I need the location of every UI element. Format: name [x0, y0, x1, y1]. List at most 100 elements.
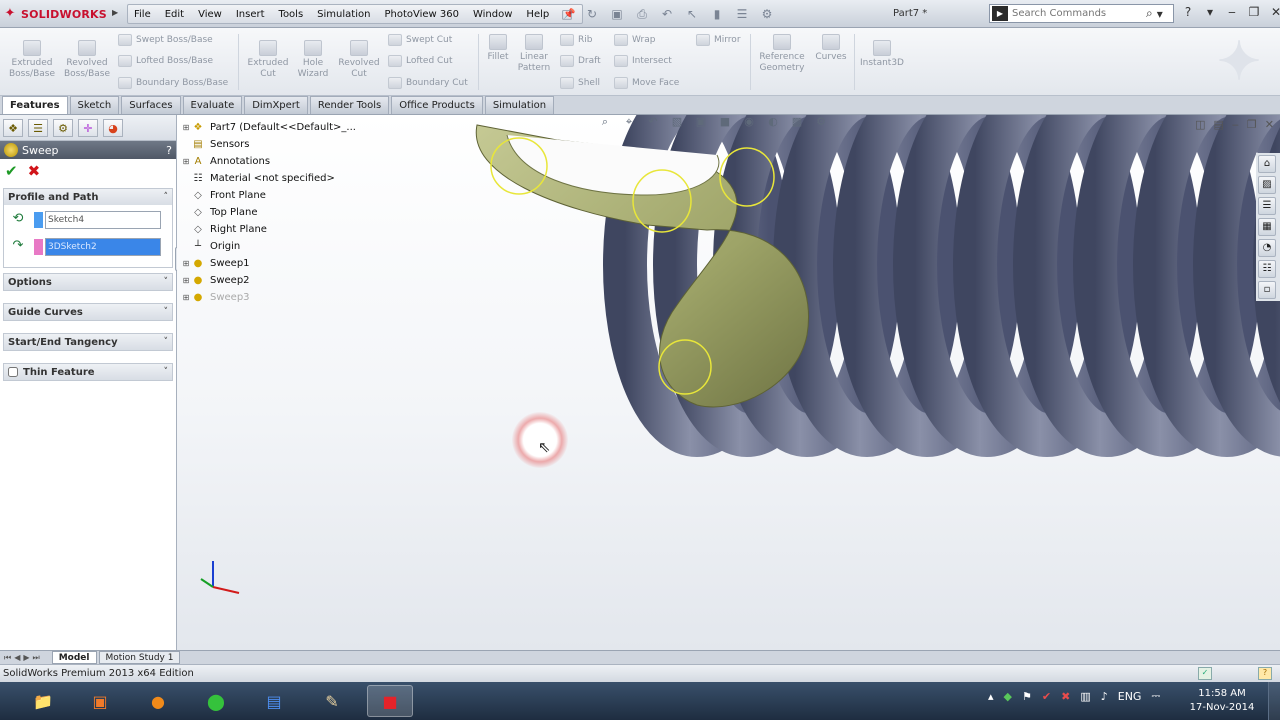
- taskbar-clock[interactable]: 11:58 AM 17-Nov-2014: [1186, 687, 1258, 715]
- show-desktop-button[interactable]: [1268, 682, 1280, 720]
- tree-item[interactable]: ◇ Front Plane: [181, 187, 356, 204]
- wrap-button[interactable]: Wrap: [614, 34, 655, 46]
- minimize-window-icon[interactable]: ‒: [1224, 5, 1240, 19]
- file-explorer-icon[interactable]: ☰: [1258, 197, 1276, 215]
- power-icon[interactable]: ⎓: [1151, 689, 1160, 703]
- tab-render-tools[interactable]: Render Tools: [309, 96, 390, 114]
- menu-tools[interactable]: Tools: [279, 9, 304, 20]
- help-icon[interactable]: ?: [166, 144, 172, 157]
- apply-scene-icon[interactable]: ▩: [789, 115, 805, 131]
- word-app-icon[interactable]: ▤: [251, 685, 297, 717]
- expand-icon[interactable]: ˅: [164, 367, 169, 377]
- dimxpert-manager-tab-icon[interactable]: ✛: [78, 119, 98, 137]
- expand-icon[interactable]: ⊞: [181, 276, 191, 285]
- show-hidden-icons-icon[interactable]: ▴: [988, 690, 994, 703]
- search-dropdown-icon[interactable]: ▾: [1157, 7, 1163, 21]
- print-icon[interactable]: ⎙: [633, 6, 651, 22]
- swept-cut-button[interactable]: Swept Cut: [388, 34, 452, 46]
- viewport-minimize-icon[interactable]: ‒: [1232, 118, 1239, 131]
- shell-button[interactable]: Shell: [560, 77, 600, 89]
- view-settings-icon[interactable]: ⚙: [813, 115, 829, 131]
- mirror-button[interactable]: Mirror: [696, 34, 741, 46]
- display-manager-tab-icon[interactable]: ◕: [103, 119, 123, 137]
- last-tab-icon[interactable]: ⏭: [33, 653, 40, 663]
- tree-item[interactable]: ⊞ ● Sweep2: [181, 272, 356, 289]
- graphics-area[interactable]: ⊞ ❖ Part7 (Default<<Default>_... ▤ Sensors ⊞ A…: [177, 115, 1280, 650]
- boundary-cut-button[interactable]: Boundary Cut: [388, 77, 468, 89]
- tree-item[interactable]: ┴ Origin: [181, 238, 356, 255]
- forum-icon[interactable]: ▫: [1258, 281, 1276, 299]
- file-explorer-app-icon[interactable]: 📁: [20, 685, 66, 717]
- tree-item[interactable]: ◇ Top Plane: [181, 204, 356, 221]
- fillet-button[interactable]: Fillet: [484, 34, 512, 63]
- keyboard-language[interactable]: ENG: [1118, 690, 1142, 703]
- solidworks-app-icon[interactable]: ■: [367, 685, 413, 717]
- network-signal-icon[interactable]: ▥: [1080, 690, 1090, 703]
- antivirus-tray-icon[interactable]: ✔: [1042, 690, 1051, 703]
- search-icon[interactable]: ⌕: [1146, 6, 1153, 21]
- swept-boss-button[interactable]: Swept Boss/Base: [118, 34, 213, 46]
- edit-appearance-icon[interactable]: ◐: [765, 115, 781, 131]
- revolved-cut-button[interactable]: Revolved Cut: [336, 40, 382, 80]
- solidworks-logo[interactable]: ✦ SOLIDWORKS: [2, 4, 107, 24]
- help-dropdown-icon[interactable]: ▾: [1202, 5, 1218, 19]
- appearances-icon[interactable]: ◔: [1258, 239, 1276, 257]
- group-header[interactable]: Options ˅: [4, 274, 172, 290]
- volume-icon[interactable]: ♪: [1101, 690, 1108, 703]
- select-icon[interactable]: ↖: [683, 6, 701, 22]
- next-tab-icon[interactable]: ▶: [23, 653, 29, 662]
- tab-simulation[interactable]: Simulation: [484, 96, 555, 114]
- first-tab-icon[interactable]: ⏮: [4, 653, 11, 663]
- tab-features[interactable]: Features: [2, 96, 68, 114]
- options-icon[interactable]: ⚙: [758, 6, 776, 22]
- group-header[interactable]: Start/End Tangency ˅: [4, 334, 172, 350]
- save-icon[interactable]: ▣: [608, 6, 626, 22]
- section-view-icon[interactable]: ▧: [669, 115, 685, 131]
- cancel-x-icon[interactable]: ✖: [28, 162, 41, 180]
- menu-insert[interactable]: Insert: [236, 9, 265, 20]
- search-commands-input[interactable]: [1012, 8, 1142, 19]
- close-window-icon[interactable]: ✕: [1268, 5, 1280, 19]
- restore-window-icon[interactable]: ❐: [1246, 5, 1262, 19]
- tree-item[interactable]: ◇ Right Plane: [181, 221, 356, 238]
- zoom-to-fit-icon[interactable]: ⌕: [597, 115, 613, 131]
- new-document-icon[interactable]: □: [558, 6, 576, 22]
- design-library-icon[interactable]: ▨: [1258, 176, 1276, 194]
- menu-file[interactable]: File: [134, 9, 151, 20]
- curves-button[interactable]: Curves: [812, 34, 850, 63]
- path-selection-box[interactable]: 3DSketch2: [45, 238, 161, 256]
- lofted-cut-button[interactable]: Lofted Cut: [388, 55, 453, 67]
- zoom-area-icon[interactable]: ⌖: [621, 115, 637, 131]
- expand-icon[interactable]: ⊞: [181, 293, 191, 302]
- rebuild-status-icon[interactable]: ✓: [1198, 667, 1212, 680]
- previous-view-icon[interactable]: ↶: [645, 115, 661, 131]
- thin-feature-checkbox[interactable]: [8, 367, 18, 377]
- tree-item[interactable]: ⊞ A Annotations: [181, 153, 356, 170]
- hide-show-items-icon[interactable]: ◉: [741, 115, 757, 131]
- property-manager-tab-icon[interactable]: ☰: [28, 119, 48, 137]
- group-header[interactable]: Thin Feature ˅: [4, 364, 172, 380]
- expand-icon[interactable]: ˅: [164, 277, 169, 287]
- view-palette-icon[interactable]: ▦: [1258, 218, 1276, 236]
- extruded-boss-button[interactable]: Extruded Boss/Base: [8, 40, 56, 80]
- boundary-boss-button[interactable]: Boundary Boss/Base: [118, 77, 228, 89]
- tab-model[interactable]: Model: [51, 651, 97, 664]
- rebuild-icon[interactable]: ▮: [708, 6, 726, 22]
- tree-item[interactable]: ⊞ ● Sweep1: [181, 255, 356, 272]
- menu-photoview[interactable]: PhotoView 360: [384, 9, 459, 20]
- tab-motion-study[interactable]: Motion Study 1: [98, 651, 181, 664]
- tree-item[interactable]: ▤ Sensors: [181, 136, 356, 153]
- previous-tab-icon[interactable]: ◀: [14, 653, 20, 662]
- collapse-icon[interactable]: ˄: [164, 192, 169, 202]
- network-tray-icon[interactable]: ◆: [1004, 690, 1012, 703]
- file-properties-icon[interactable]: ☰: [733, 6, 751, 22]
- menu-simulation[interactable]: Simulation: [317, 9, 370, 20]
- tab-sketch[interactable]: Sketch: [69, 96, 120, 114]
- expand-icon[interactable]: ⊞: [181, 259, 191, 268]
- expand-icon[interactable]: ˅: [164, 307, 169, 317]
- expand-icon[interactable]: ⊞: [181, 157, 191, 166]
- instant3d-button[interactable]: Instant3D: [858, 40, 906, 69]
- viewport-close-icon[interactable]: ✕: [1265, 118, 1274, 131]
- tab-surfaces[interactable]: Surfaces: [121, 96, 181, 114]
- configuration-manager-tab-icon[interactable]: ⚙: [53, 119, 73, 137]
